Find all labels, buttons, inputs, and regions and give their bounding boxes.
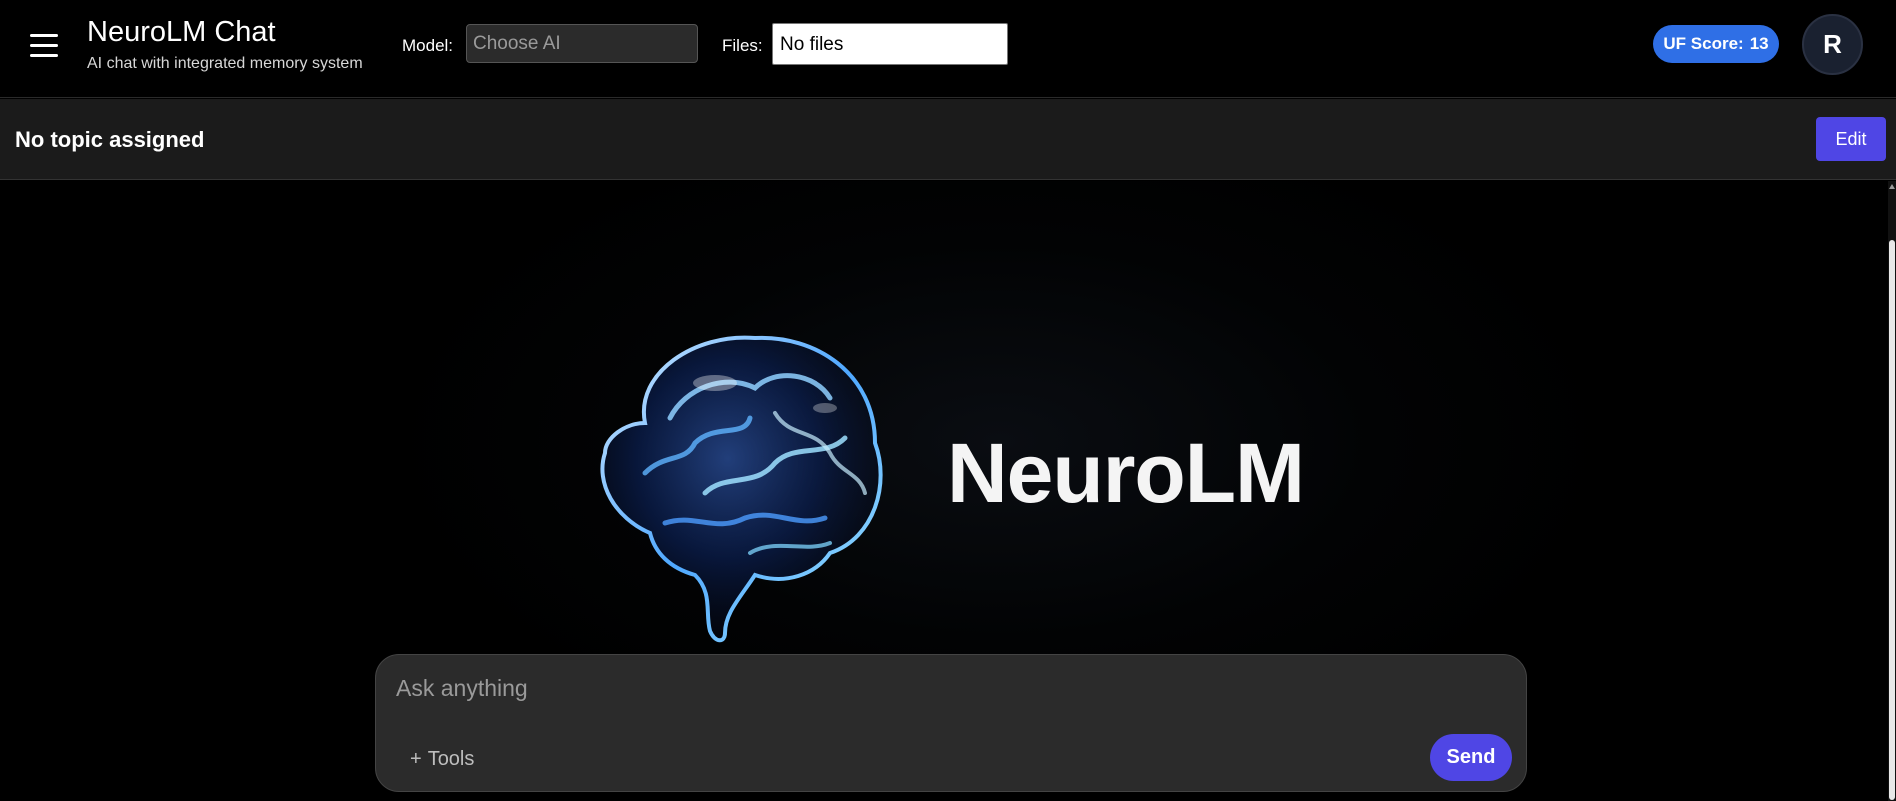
uf-score-label: UF Score:	[1663, 34, 1744, 53]
scrollbar-thumb[interactable]	[1889, 240, 1895, 800]
brain-icon	[600, 335, 883, 643]
app-title: NeuroLM Chat	[87, 16, 276, 48]
user-avatar[interactable]: R	[1802, 14, 1863, 75]
files-label: Files:	[722, 36, 763, 55]
tools-label: Tools	[427, 748, 475, 770]
message-composer: + Tools Send	[375, 654, 1527, 792]
uf-score-badge[interactable]: UF Score: 13	[1653, 25, 1779, 63]
topic-title: No topic assigned	[15, 127, 205, 152]
app-header: NeuroLM Chat AI chat with integrated mem…	[0, 0, 1896, 98]
hamburger-menu-icon[interactable]	[30, 30, 58, 60]
edit-topic-button[interactable]: Edit	[1816, 117, 1886, 161]
uf-score-value: 13	[1749, 34, 1769, 53]
send-button[interactable]: Send	[1430, 734, 1512, 781]
hero-logo-text: NeuroLM	[947, 426, 1305, 520]
tools-button[interactable]: + Tools	[410, 748, 474, 771]
model-select[interactable]: Choose AI	[466, 24, 698, 63]
message-input[interactable]	[396, 671, 1496, 705]
model-label: Model:	[402, 36, 454, 55]
files-select[interactable]: No files	[772, 23, 1008, 65]
topic-bar: No topic assigned Edit	[0, 99, 1896, 180]
app-subtitle: AI chat with integrated memory system	[87, 55, 363, 72]
scroll-up-icon[interactable]	[1889, 184, 1895, 189]
plus-icon: +	[410, 748, 422, 770]
